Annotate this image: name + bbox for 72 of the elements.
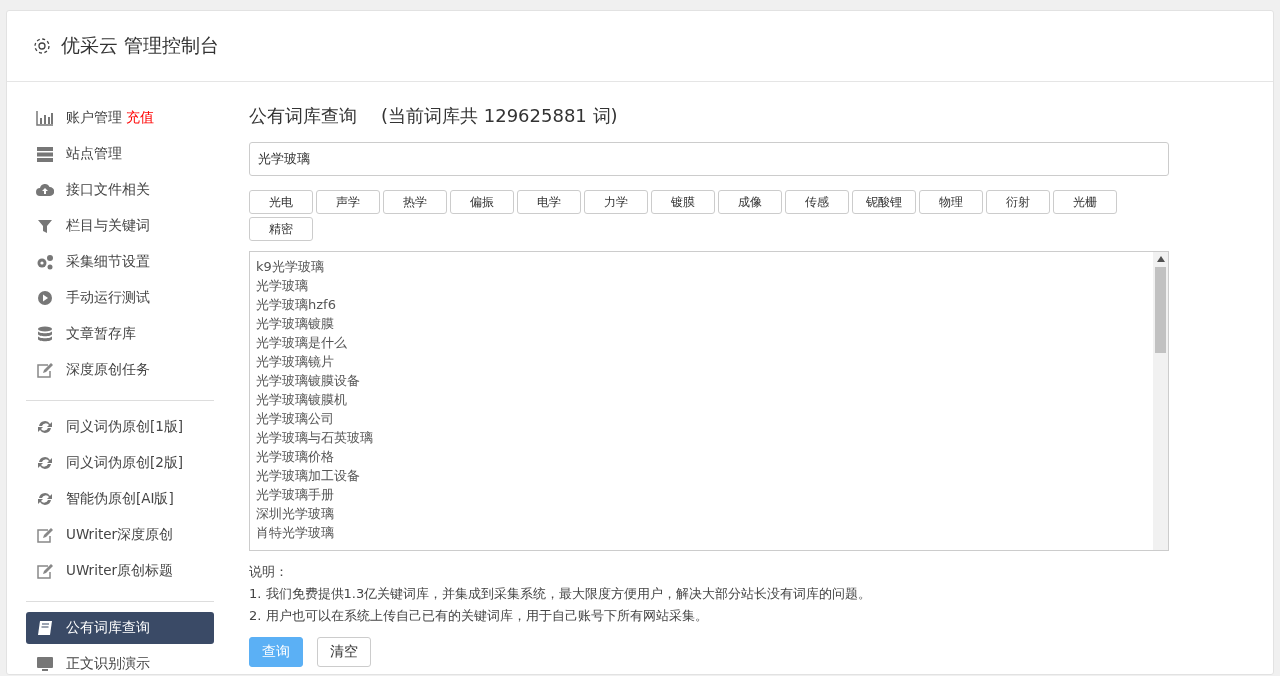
sidebar-item[interactable]: 手动运行测试 [26, 282, 214, 314]
result-item[interactable]: 光学玻璃hzf6 [256, 295, 1147, 314]
scrollbar[interactable] [1153, 252, 1168, 550]
filter-icon [36, 218, 54, 234]
result-item[interactable]: 光学玻璃加工设备 [256, 466, 1147, 485]
result-item[interactable]: 光学玻璃镀膜机 [256, 390, 1147, 409]
sidebar-item[interactable]: 正文识别演示 [26, 648, 214, 674]
sidebar-item[interactable]: 栏目与关键词 [26, 210, 214, 242]
refresh-icon [36, 419, 54, 435]
result-item[interactable]: 光学玻璃与石英玻璃 [256, 428, 1147, 447]
edit-icon [36, 527, 54, 543]
cloud-upload-icon [36, 182, 54, 198]
note-text: 2. 用户也可以在系统上传自己已有的关键词库，用于自己账号下所有网站采集。 [249, 607, 709, 625]
tag-button[interactable]: 声学 [316, 190, 380, 214]
edit-icon [36, 563, 54, 579]
tag-button[interactable]: 精密 [249, 217, 313, 241]
edit-icon [36, 362, 54, 378]
result-item[interactable]: 肖特光学玻璃 [256, 523, 1147, 542]
result-item[interactable]: 光学玻璃手册 [256, 485, 1147, 504]
tag-button[interactable]: 光栅 [1053, 190, 1117, 214]
sidebar-item[interactable]: 深度原创任务 [26, 354, 214, 386]
database-icon [36, 326, 54, 342]
sidebar-item[interactable]: 账户管理 充值 [26, 102, 214, 134]
result-item[interactable]: 光学玻璃是什么 [256, 333, 1147, 352]
result-item[interactable]: k9光学玻璃 [256, 257, 1147, 276]
sidebar-item[interactable]: 站点管理 [26, 138, 214, 170]
result-item[interactable]: 深圳光学玻璃 [256, 504, 1147, 523]
gears-icon [36, 254, 54, 270]
action-button[interactable]: 清空 [317, 637, 371, 667]
sidebar-item[interactable]: 采集细节设置 [26, 246, 214, 278]
tag-button[interactable]: 传感 [785, 190, 849, 214]
tag-button[interactable]: 铌酸锂 [852, 190, 916, 214]
tag-button[interactable]: 成像 [718, 190, 782, 214]
notes-title: 说明： [249, 563, 289, 581]
console-title: 优采云 管理控制台 [61, 33, 220, 58]
result-item[interactable]: 光学玻璃镀膜设备 [256, 371, 1147, 390]
refresh-icon [36, 491, 54, 507]
result-item[interactable]: 光学玻璃价格 [256, 447, 1147, 466]
tag-button[interactable]: 热学 [383, 190, 447, 214]
tag-button[interactable]: 偏振 [450, 190, 514, 214]
tag-button[interactable]: 衍射 [986, 190, 1050, 214]
note-text: 1. 我们免费提供1.3亿关键词库，并集成到采集系统，最大限度方便用户，解决大部分站长没有词库的问题。 [249, 585, 873, 603]
result-item[interactable]: 光学玻璃 [256, 276, 1147, 295]
server-icon [36, 146, 54, 162]
settings-icon [33, 37, 51, 55]
sidebar-item[interactable]: 文章暂存库 [26, 318, 214, 350]
book-icon [36, 620, 54, 636]
sidebar-item[interactable]: 公有词库查询 [26, 612, 214, 644]
result-item[interactable]: 光学玻璃公司 [256, 409, 1147, 428]
bar-chart-icon [36, 110, 54, 126]
scroll-up-icon[interactable] [1156, 256, 1165, 262]
tag-button[interactable]: 物理 [919, 190, 983, 214]
play-icon [36, 290, 54, 306]
result-item[interactable]: 光学玻璃镀膜 [256, 314, 1147, 333]
sidebar-item[interactable]: UWriter深度原创 [26, 519, 214, 551]
monitor-icon [36, 656, 54, 672]
sidebar-item[interactable]: 智能伪原创[AI版] [26, 483, 214, 515]
tag-button[interactable]: 电学 [517, 190, 581, 214]
tag-button[interactable]: 光电 [249, 190, 313, 214]
sidebar-item[interactable]: UWriter原创标题 [26, 555, 214, 587]
refresh-icon [36, 455, 54, 471]
result-item[interactable]: 光学玻璃镜片 [256, 352, 1147, 371]
sidebar-item[interactable]: 接口文件相关 [26, 174, 214, 206]
sidebar-item[interactable]: 同义词伪原创[1版] [26, 411, 214, 443]
sidebar-item[interactable]: 同义词伪原创[2版] [26, 447, 214, 479]
scroll-thumb[interactable] [1155, 267, 1166, 353]
tag-button[interactable]: 力学 [584, 190, 648, 214]
tag-button[interactable]: 镀膜 [651, 190, 715, 214]
search-field[interactable]: 光学玻璃 [249, 142, 1169, 176]
recharge-link[interactable]: 充值 [126, 109, 154, 127]
word-count: (当前词库共 129625881 词) [381, 104, 618, 128]
page-title: 公有词库查询 [249, 104, 357, 128]
